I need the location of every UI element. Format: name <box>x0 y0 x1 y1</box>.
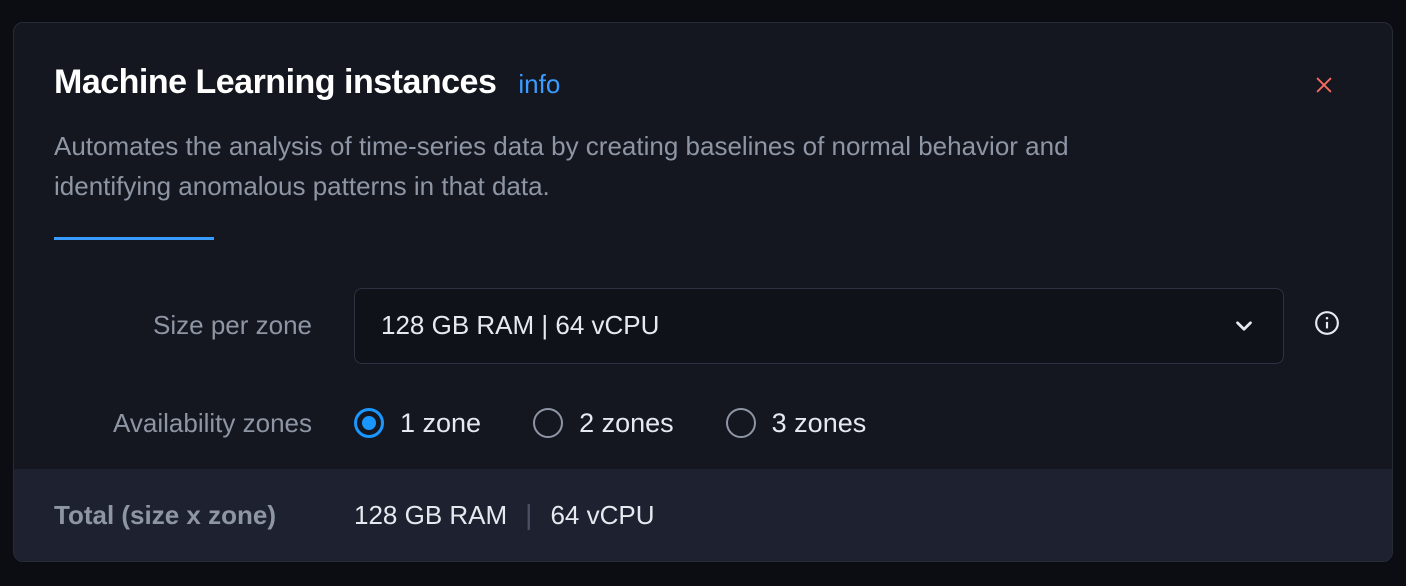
card-header: Machine Learning instances info Automate… <box>14 23 1392 240</box>
radio-unchecked-icon <box>533 408 563 438</box>
ml-instances-card: Machine Learning instances info Automate… <box>13 22 1393 562</box>
size-per-zone-label: Size per zone <box>54 310 354 341</box>
form-body: Size per zone 128 GB RAM | 64 vCPU <box>14 240 1392 439</box>
size-per-zone-row: Size per zone 128 GB RAM | 64 vCPU <box>54 288 1352 364</box>
availability-zones-radio-group: 1 zone 2 zones 3 zones <box>354 408 866 439</box>
zone-radio-label: 3 zones <box>772 408 867 439</box>
info-icon <box>1314 310 1340 341</box>
close-icon <box>1313 74 1335 101</box>
zone-radio-label: 2 zones <box>579 408 674 439</box>
card-description: Automates the analysis of time-series da… <box>54 126 1154 207</box>
total-footer: Total (size x zone) 128 GB RAM | 64 vCPU <box>14 469 1392 561</box>
info-link[interactable]: info <box>518 69 560 100</box>
total-cpu: 64 vCPU <box>550 500 654 531</box>
zone-radio-1[interactable]: 1 zone <box>354 408 481 439</box>
size-per-zone-select[interactable]: 128 GB RAM | 64 vCPU <box>354 288 1284 364</box>
chevron-down-icon <box>1231 313 1257 339</box>
total-label: Total (size x zone) <box>54 500 354 531</box>
zone-radio-label: 1 zone <box>400 408 481 439</box>
radio-unchecked-icon <box>726 408 756 438</box>
total-divider: | <box>525 499 532 531</box>
size-per-zone-value: 128 GB RAM | 64 vCPU <box>381 310 659 341</box>
active-tab-indicator <box>54 237 214 240</box>
size-info-button[interactable] <box>1312 311 1342 341</box>
title-row: Machine Learning instances info <box>54 63 1352 102</box>
radio-checked-icon <box>354 408 384 438</box>
card-title: Machine Learning instances <box>54 63 496 102</box>
total-ram: 128 GB RAM <box>354 500 507 531</box>
close-button[interactable] <box>1308 71 1340 103</box>
availability-zones-row: Availability zones 1 zone 2 zones 3 zones <box>54 408 1352 439</box>
zone-radio-2[interactable]: 2 zones <box>533 408 674 439</box>
radio-dot <box>362 416 376 430</box>
total-value: 128 GB RAM | 64 vCPU <box>354 499 655 531</box>
availability-zones-label: Availability zones <box>54 408 354 439</box>
zone-radio-3[interactable]: 3 zones <box>726 408 867 439</box>
